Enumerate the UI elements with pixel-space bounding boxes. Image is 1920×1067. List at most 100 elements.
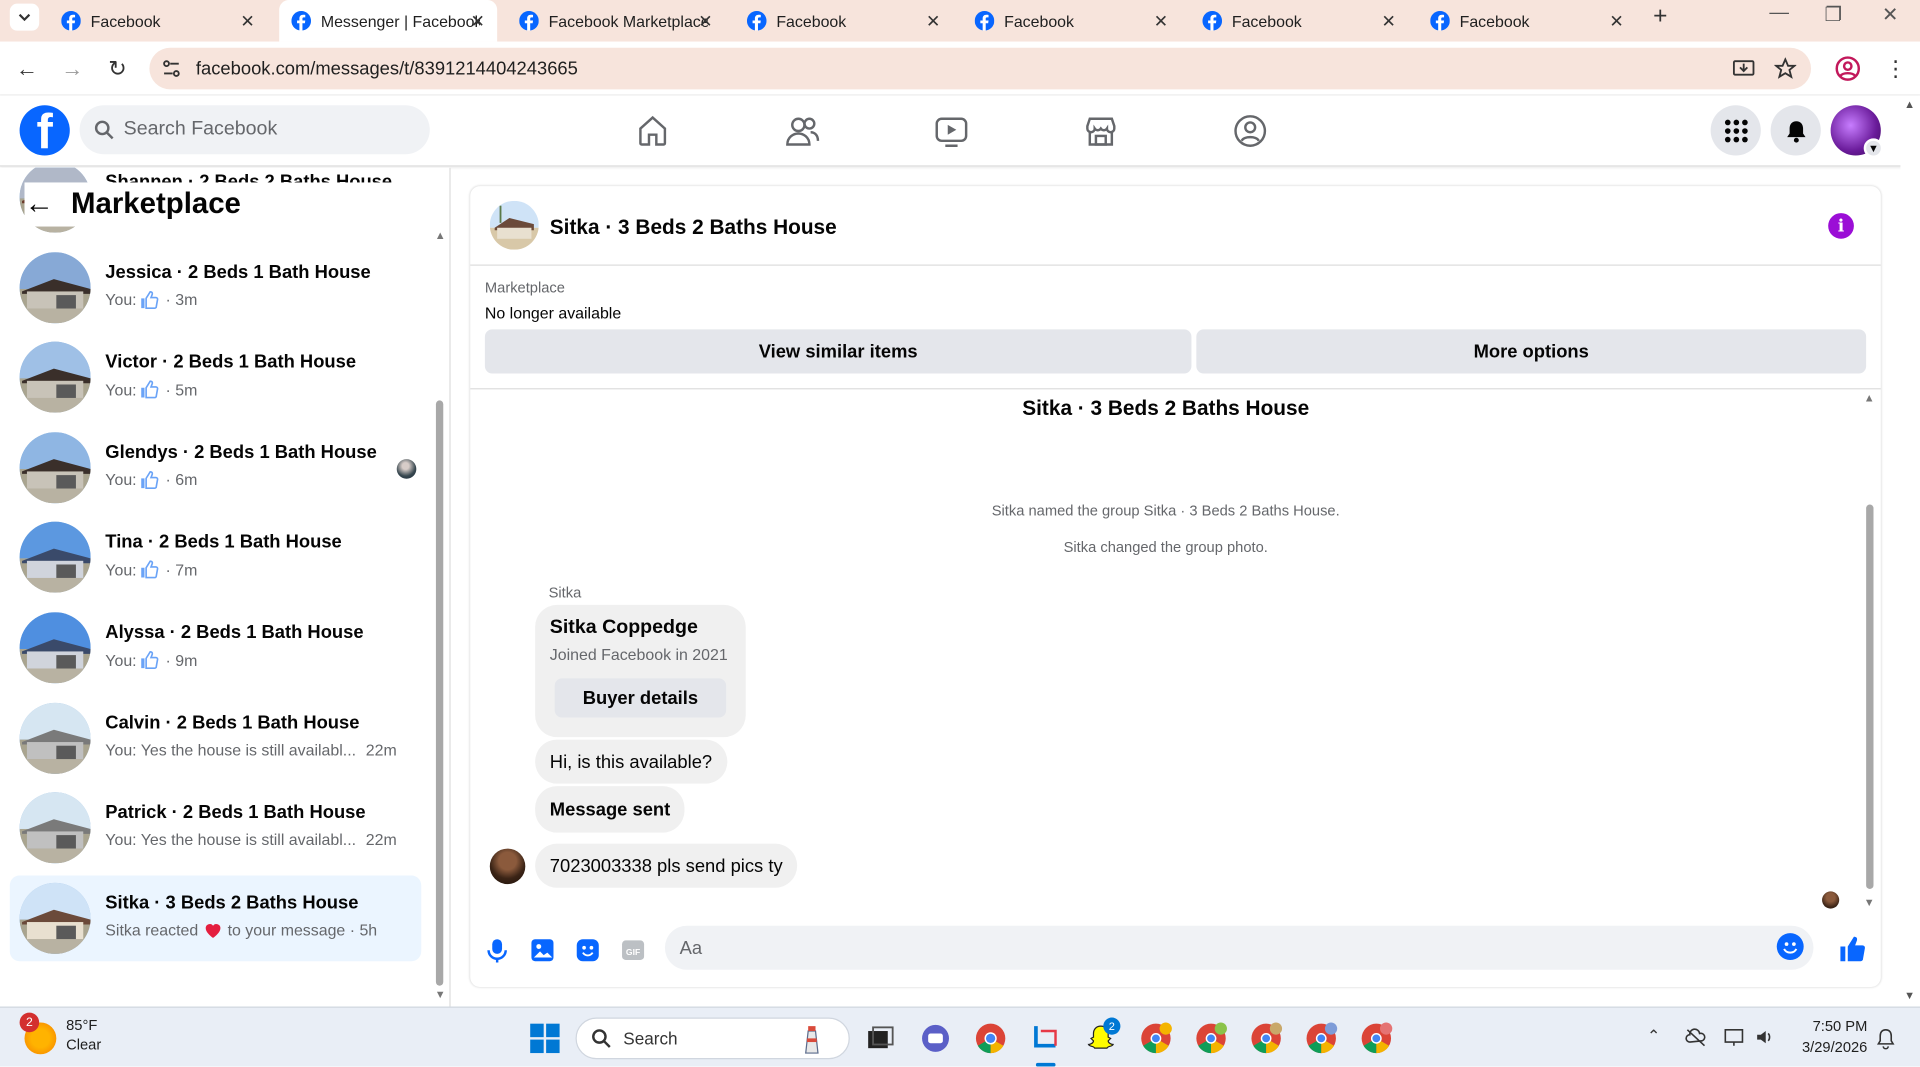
bookmark-star-icon[interactable]: [1774, 57, 1797, 80]
onedrive-offline-icon[interactable]: [1685, 1027, 1707, 1047]
thumbs-up-icon[interactable]: [1838, 934, 1867, 963]
scroll-up-icon[interactable]: ▲: [1904, 98, 1915, 110]
browser-tab[interactable]: Facebook ✕: [49, 0, 267, 42]
windows-start-icon[interactable]: [529, 1022, 561, 1054]
browser-tab[interactable]: Facebook ✕: [1418, 0, 1636, 42]
buyer-joined: Joined Facebook in 2021: [549, 645, 728, 664]
scroll-down-icon[interactable]: ▼: [1904, 989, 1915, 1001]
chrome-profile-icon[interactable]: [1359, 1021, 1393, 1055]
taskbar-search-label: Search: [623, 1028, 678, 1049]
volume-icon[interactable]: [1755, 1027, 1775, 1047]
weather-sun-icon: 2: [19, 1012, 57, 1055]
close-tab-icon[interactable]: ✕: [471, 11, 485, 32]
back-icon[interactable]: ←: [12, 54, 41, 83]
close-tab-icon[interactable]: ✕: [698, 11, 712, 32]
facebook-search-input[interactable]: Search Facebook: [79, 105, 430, 155]
taskbar-search[interactable]: Search: [575, 1017, 850, 1060]
restore-button[interactable]: ❐: [1825, 2, 1843, 26]
conversation-item[interactable]: Tina · 2 Beds 1 Bath House You: · 7m: [10, 515, 421, 601]
conversation-item[interactable]: Patrick · 2 Beds 1 Bath House You: Yes th…: [10, 785, 421, 871]
tab-title: Facebook Marketplace: [548, 11, 708, 31]
info-icon[interactable]: i: [1828, 213, 1854, 239]
back-arrow-icon[interactable]: ←: [24, 187, 53, 221]
close-tab-icon[interactable]: ✕: [1609, 11, 1623, 32]
conversation-item[interactable]: Calvin · 2 Beds 1 Bath House You: Yes the…: [10, 695, 421, 781]
page-scrollbar[interactable]: ▲ ▼: [1900, 95, 1920, 1007]
new-tab-button[interactable]: +: [1653, 2, 1667, 30]
scroll-down-icon[interactable]: ▼: [1864, 896, 1875, 908]
browser-menu-icon[interactable]: ⋮: [1881, 54, 1910, 83]
group-photo[interactable]: [489, 200, 539, 250]
close-window-button[interactable]: ✕: [1882, 2, 1898, 26]
chrome-profile-icon[interactable]: [1139, 1021, 1173, 1055]
network-icon[interactable]: [1724, 1027, 1746, 1047]
chevron-up-icon[interactable]: ⌃: [1647, 1026, 1660, 1046]
menu-button[interactable]: [1710, 105, 1761, 156]
message-bubble[interactable]: Message sent: [535, 786, 685, 833]
message-input[interactable]: Aa: [664, 925, 1814, 970]
sticker-icon[interactable]: [574, 937, 601, 964]
thumbs-up-icon: [140, 380, 158, 399]
sender-avatar[interactable]: [489, 848, 526, 885]
notifications-button[interactable]: [1770, 105, 1821, 156]
view-similar-items-button[interactable]: View similar items: [484, 329, 1192, 374]
scrollbar-thumb[interactable]: [1866, 504, 1874, 889]
conversation-item[interactable]: Victor · 2 Beds 1 Bath House You: · 5m: [10, 335, 421, 421]
browser-tab[interactable]: Facebook Marketplace ✕: [507, 0, 725, 42]
browser-tab[interactable]: Facebook ✕: [1190, 0, 1408, 42]
message-bubble[interactable]: 7023003338 pls send pics ty: [535, 843, 798, 888]
friends-icon[interactable]: [784, 113, 821, 150]
chrome-profile-icon[interactable]: [1304, 1021, 1338, 1055]
more-options-button[interactable]: More options: [1196, 329, 1867, 374]
browser-tab[interactable]: Facebook ✕: [962, 0, 1180, 42]
chrome-profile-icon[interactable]: [1249, 1021, 1283, 1055]
facebook-favicon-icon: [746, 11, 767, 31]
conversation-item[interactable]: Sitka · 3 Beds 2 Baths House Sitka reacte…: [9, 875, 422, 961]
browser-tab[interactable]: Facebook ✕: [735, 0, 953, 42]
notifications-bell-icon[interactable]: [1876, 1027, 1896, 1050]
profile-icon[interactable]: [1834, 55, 1861, 82]
conversation-scrollbar[interactable]: ▲ ▼: [435, 229, 446, 1000]
install-app-icon[interactable]: [1732, 58, 1755, 80]
browser-tab[interactable]: Messenger | Facebook ✕: [279, 0, 498, 42]
video-icon[interactable]: [933, 113, 970, 150]
address-bar[interactable]: facebook.com/messages/t/8391214404243665: [149, 47, 1812, 90]
marketplace-icon[interactable]: [1082, 113, 1119, 150]
close-tab-icon[interactable]: ✕: [926, 11, 940, 32]
microphone-icon[interactable]: [484, 937, 511, 964]
conversation-item[interactable]: Jessica · 2 Beds 1 Bath House You: · 3m: [10, 244, 421, 330]
tab-search-button[interactable]: [9, 3, 40, 31]
system-clock[interactable]: 7:50 PM 3/29/2026: [1794, 1016, 1867, 1058]
teams-chat-icon[interactable]: [918, 1021, 952, 1055]
scroll-down-icon[interactable]: ▼: [435, 988, 446, 1000]
close-tab-icon[interactable]: ✕: [1154, 11, 1168, 32]
buyer-details-button[interactable]: Buyer details: [554, 678, 727, 718]
site-info-icon[interactable]: [162, 59, 182, 79]
minimize-button[interactable]: —: [1769, 2, 1789, 24]
forward-icon[interactable]: →: [58, 54, 87, 83]
chrome-icon[interactable]: [973, 1021, 1007, 1055]
message-bubble[interactable]: Hi, is this available?: [535, 739, 727, 784]
scrollbar-thumb[interactable]: [435, 400, 444, 986]
account-avatar[interactable]: ▼: [1830, 105, 1884, 158]
gif-icon[interactable]: GIF: [620, 937, 647, 964]
home-icon[interactable]: [634, 113, 671, 150]
conversation-name: Alyssa · 2 Beds 1 Bath House: [105, 622, 364, 643]
scroll-up-icon[interactable]: ▲: [435, 229, 446, 241]
emoji-icon[interactable]: [1776, 933, 1804, 961]
conversation-item[interactable]: Alyssa · 2 Beds 1 Bath House You: · 9m: [10, 605, 421, 691]
groups-icon[interactable]: [1232, 113, 1269, 150]
photo-icon[interactable]: [529, 937, 556, 964]
close-tab-icon[interactable]: ✕: [1382, 11, 1396, 32]
weather-widget[interactable]: 2 85°F Clear: [19, 1012, 101, 1055]
thread-scrollbar[interactable]: ▲ ▼: [1864, 389, 1876, 916]
close-tab-icon[interactable]: ✕: [240, 11, 254, 32]
chrome-profile-icon[interactable]: [1194, 1021, 1228, 1055]
reload-icon[interactable]: ↻: [103, 54, 132, 83]
facebook-logo[interactable]: f: [19, 105, 70, 156]
snipping-tool-icon[interactable]: [1029, 1021, 1063, 1055]
scroll-up-icon[interactable]: ▲: [1864, 392, 1875, 404]
task-view-icon[interactable]: [862, 1021, 896, 1055]
conversation-item[interactable]: Glendys · 2 Beds 1 Bath House You: · 6m: [10, 425, 421, 511]
conversation-name: Sitka · 3 Beds 2 Baths House: [105, 892, 359, 914]
